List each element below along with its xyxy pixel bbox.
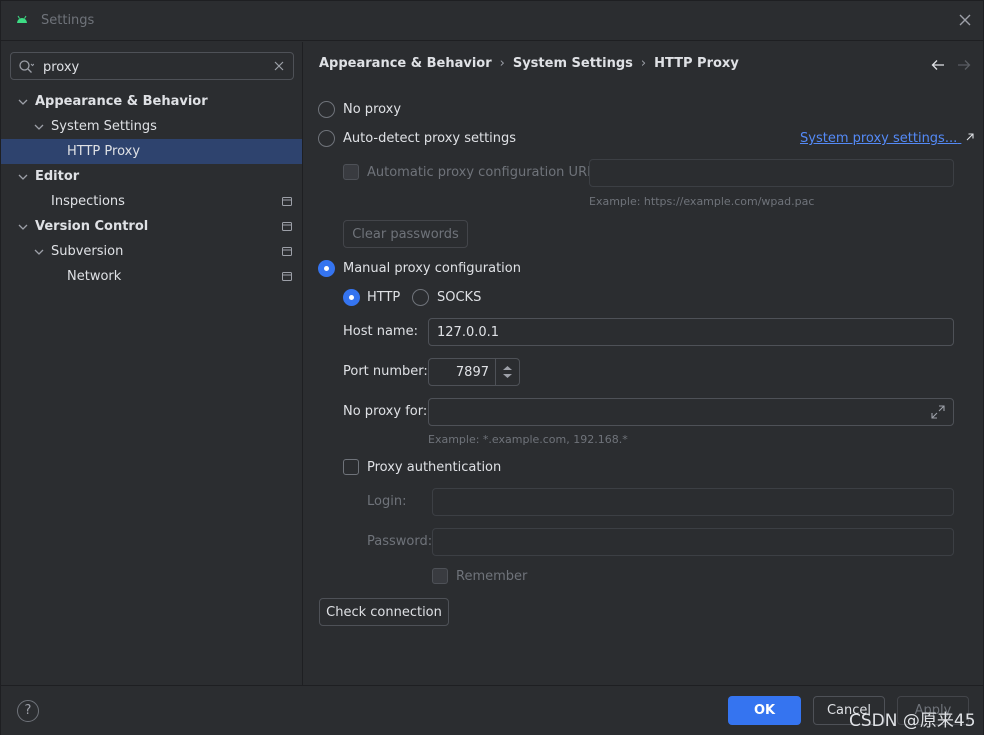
- tree-item-subversion[interactable]: Subversion: [1, 239, 302, 264]
- settings-window: Settings Appearance & Behavior Sys: [0, 0, 984, 735]
- forward-arrow-icon[interactable]: [957, 59, 971, 71]
- manual-proxy-radio[interactable]: [318, 260, 335, 277]
- password-label: Password:: [367, 534, 433, 549]
- tree-item-editor[interactable]: Editor: [1, 164, 302, 189]
- stepper-arrows-icon[interactable]: [502, 365, 513, 379]
- no-proxy-for-label: No proxy for:: [343, 404, 428, 419]
- password-input[interactable]: [432, 528, 954, 556]
- watermark-text: CSDN @原来45: [849, 711, 976, 731]
- system-proxy-settings-text: System proxy settings...: [800, 131, 958, 146]
- port-number-input[interactable]: [429, 359, 493, 385]
- breadcrumb-item[interactable]: System Settings: [513, 56, 633, 71]
- android-icon: [17, 15, 27, 23]
- external-link-icon: [966, 133, 974, 141]
- close-icon[interactable]: [957, 12, 973, 28]
- socks-radio[interactable]: [412, 289, 429, 306]
- clear-passwords-button[interactable]: Clear passwords: [343, 220, 468, 248]
- tree-item-label: Appearance & Behavior: [35, 94, 208, 109]
- chevron-down-icon[interactable]: [18, 172, 28, 182]
- auto-proxy-url-label: Automatic proxy configuration URL:: [367, 165, 599, 180]
- settings-sidebar: Appearance & Behavior System Settings HT…: [1, 42, 303, 685]
- settings-tree: Appearance & Behavior System Settings HT…: [1, 89, 302, 289]
- http-label: HTTP: [367, 290, 401, 305]
- dialog-footer: ? OK Cancel Apply CSDN @原来45: [1, 685, 983, 735]
- expand-icon[interactable]: [931, 405, 945, 419]
- clear-icon[interactable]: [274, 61, 284, 71]
- manual-proxy-label: Manual proxy configuration: [343, 261, 521, 276]
- project-icon: [282, 222, 292, 231]
- auto-detect-label: Auto-detect proxy settings: [343, 131, 517, 146]
- auto-detect-radio[interactable]: [318, 130, 335, 147]
- settings-content: Appearance & Behavior › System Settings › HT…: [303, 42, 983, 685]
- back-arrow-icon[interactable]: [931, 59, 945, 71]
- system-proxy-settings-link[interactable]: System proxy settings...: [800, 131, 975, 146]
- search-input[interactable]: [43, 57, 273, 77]
- tree-item-http-proxy[interactable]: HTTP Proxy: [1, 139, 302, 164]
- tree-item-inspections[interactable]: Inspections: [1, 189, 302, 214]
- tree-item-label: Network: [67, 269, 122, 284]
- auto-proxy-url-hint: Example: https://example.com/wpad.pac: [589, 195, 815, 208]
- tree-item-label: Subversion: [51, 244, 124, 259]
- no-proxy-for-hint: Example: *.example.com, 192.168.*: [428, 433, 628, 446]
- chevron-down-icon[interactable]: [34, 122, 44, 132]
- tree-item-label: Version Control: [35, 219, 149, 234]
- port-number-stepper[interactable]: [428, 358, 520, 386]
- breadcrumb-item: HTTP Proxy: [654, 56, 739, 71]
- proxy-authentication-label: Proxy authentication: [367, 460, 502, 475]
- ok-button[interactable]: OK: [728, 696, 801, 725]
- tree-item-label: Inspections: [51, 194, 125, 209]
- auto-proxy-url-input[interactable]: [589, 159, 954, 187]
- remember-checkbox[interactable]: [432, 568, 448, 584]
- auto-proxy-url-checkbox[interactable]: [343, 164, 359, 180]
- project-icon: [282, 197, 292, 206]
- project-icon: [282, 272, 292, 281]
- http-radio[interactable]: [343, 289, 360, 306]
- stepper-arrows[interactable]: [495, 359, 519, 385]
- host-name-label: Host name:: [343, 324, 418, 339]
- port-number-label: Port number:: [343, 364, 428, 379]
- chevron-down-icon[interactable]: [18, 222, 28, 232]
- tree-item-network[interactable]: Network: [1, 264, 302, 289]
- window-title: Settings: [41, 13, 95, 28]
- remember-label: Remember: [456, 569, 528, 584]
- tree-item-version-control[interactable]: Version Control: [1, 214, 302, 239]
- login-label: Login:: [367, 494, 407, 509]
- breadcrumb: Appearance & Behavior › System Settings › HT…: [319, 56, 739, 71]
- no-proxy-label: No proxy: [343, 102, 402, 117]
- breadcrumb-item[interactable]: Appearance & Behavior: [319, 56, 492, 71]
- check-connection-button[interactable]: Check connection: [319, 598, 449, 626]
- tree-item-label: Editor: [35, 169, 80, 184]
- tree-item-appearance-behavior[interactable]: Appearance & Behavior: [1, 89, 302, 114]
- tree-item-label: System Settings: [51, 119, 157, 134]
- chevron-down-icon[interactable]: [18, 97, 28, 107]
- login-input[interactable]: [432, 488, 954, 516]
- project-icon: [282, 247, 292, 256]
- breadcrumb-separator: ›: [499, 56, 505, 71]
- search-icon: [19, 60, 34, 73]
- no-proxy-for-input[interactable]: [428, 398, 954, 426]
- chevron-down-icon[interactable]: [34, 247, 44, 257]
- search-box[interactable]: [10, 52, 294, 80]
- tree-item-system-settings[interactable]: System Settings: [1, 114, 302, 139]
- title-bar: Settings: [1, 1, 983, 41]
- help-icon[interactable]: ?: [17, 700, 39, 722]
- host-name-input[interactable]: [428, 318, 954, 346]
- socks-label: SOCKS: [437, 290, 482, 305]
- proxy-authentication-checkbox[interactable]: [343, 459, 359, 475]
- tree-item-label: HTTP Proxy: [67, 144, 141, 159]
- breadcrumb-separator: ›: [640, 56, 647, 71]
- no-proxy-radio[interactable]: [318, 101, 335, 118]
